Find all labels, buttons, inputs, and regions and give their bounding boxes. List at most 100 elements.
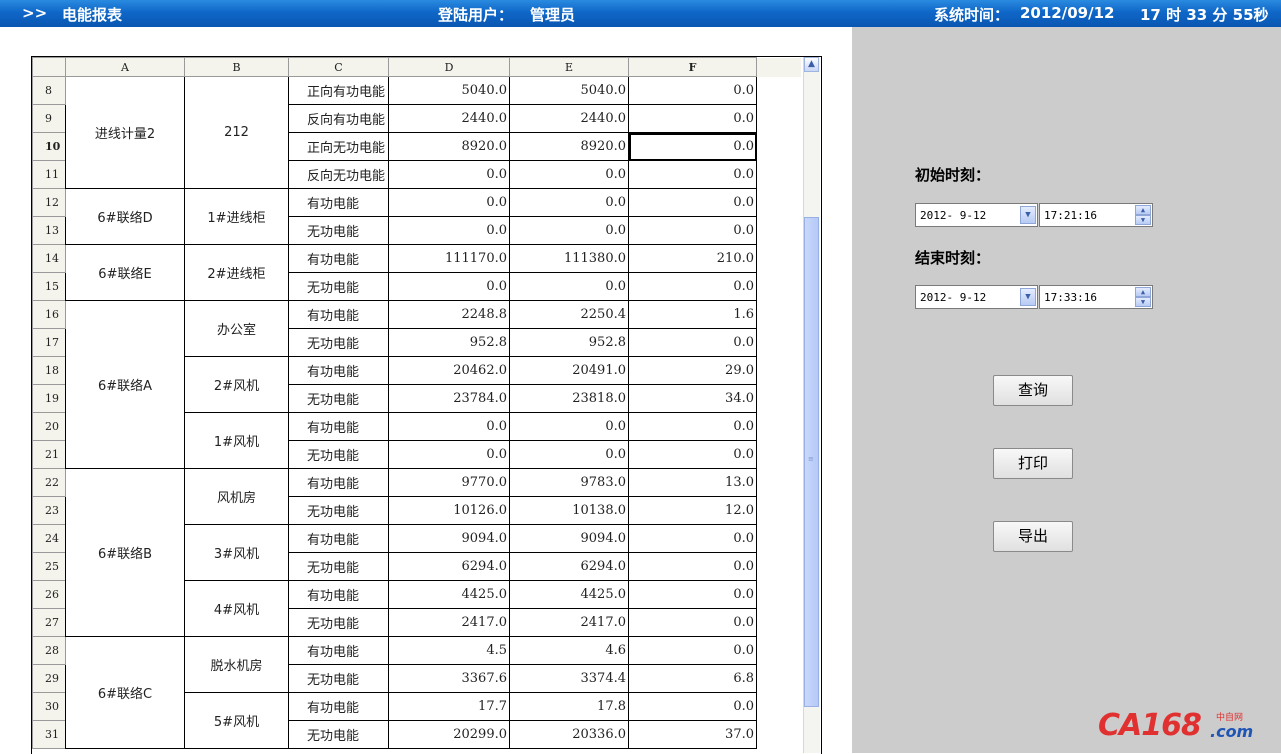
energy-type-cell[interactable]: 无功电能 xyxy=(288,608,389,637)
start-value-cell[interactable]: 0.0 xyxy=(388,412,510,441)
row-header[interactable]: 31 xyxy=(32,720,66,749)
start-value-cell[interactable]: 23784.0 xyxy=(388,384,510,413)
group-b-cell[interactable]: 1#进线柜 xyxy=(184,188,289,245)
end-value-cell[interactable]: 4.6 xyxy=(509,636,629,665)
row-header[interactable]: 29 xyxy=(32,664,66,693)
difference-cell[interactable]: 29.0 xyxy=(628,356,757,385)
group-b-cell[interactable]: 办公室 xyxy=(184,300,289,357)
row-header[interactable]: 30 xyxy=(32,692,66,721)
end-value-cell[interactable]: 20336.0 xyxy=(509,720,629,749)
energy-type-cell[interactable]: 无功电能 xyxy=(288,496,389,525)
difference-cell[interactable]: 0.0 xyxy=(628,104,757,133)
group-a-cell[interactable]: 6#联络C xyxy=(65,636,185,749)
row-header[interactable]: 28 xyxy=(32,636,66,665)
difference-cell[interactable]: 0.0 xyxy=(628,440,757,469)
start-time-spinner[interactable]: 17:21:16 ▲ ▼ xyxy=(1039,203,1153,227)
end-value-cell[interactable]: 20491.0 xyxy=(509,356,629,385)
end-value-cell[interactable]: 111380.0 xyxy=(509,244,629,273)
spin-up-icon[interactable]: ▲ xyxy=(1135,287,1151,297)
end-value-cell[interactable]: 2440.0 xyxy=(509,104,629,133)
start-value-cell[interactable]: 10126.0 xyxy=(388,496,510,525)
group-a-cell[interactable]: 6#联络A xyxy=(65,300,185,469)
end-value-cell[interactable]: 0.0 xyxy=(509,272,629,301)
row-header[interactable]: 19 xyxy=(32,384,66,413)
row-header[interactable]: 13 xyxy=(32,216,66,245)
start-value-cell[interactable]: 4425.0 xyxy=(388,580,510,609)
spin-down-icon[interactable]: ▼ xyxy=(1135,215,1151,225)
group-a-cell[interactable]: 6#联络D xyxy=(65,188,185,245)
energy-type-cell[interactable]: 无功电能 xyxy=(288,272,389,301)
energy-type-cell[interactable]: 无功电能 xyxy=(288,384,389,413)
energy-type-cell[interactable]: 有功电能 xyxy=(288,356,389,385)
end-date-picker[interactable]: 2012- 9-12 ▼ xyxy=(915,285,1038,309)
energy-type-cell[interactable]: 有功电能 xyxy=(288,468,389,497)
group-b-cell[interactable]: 4#风机 xyxy=(184,580,289,637)
difference-cell[interactable]: 12.0 xyxy=(628,496,757,525)
energy-type-cell[interactable]: 无功电能 xyxy=(288,552,389,581)
energy-type-cell[interactable]: 有功电能 xyxy=(288,412,389,441)
scroll-thumb[interactable]: ≡ xyxy=(804,217,819,707)
end-value-cell[interactable]: 0.0 xyxy=(509,440,629,469)
query-button[interactable]: 查询 xyxy=(993,375,1073,406)
energy-type-cell[interactable]: 无功电能 xyxy=(288,328,389,357)
start-value-cell[interactable]: 17.7 xyxy=(388,692,510,721)
difference-cell[interactable]: 0.0 xyxy=(628,524,757,553)
group-b-cell[interactable]: 2#进线柜 xyxy=(184,244,289,301)
end-value-cell[interactable]: 23818.0 xyxy=(509,384,629,413)
energy-type-cell[interactable]: 有功电能 xyxy=(288,692,389,721)
column-header[interactable]: E xyxy=(509,57,629,77)
start-value-cell[interactable]: 111170.0 xyxy=(388,244,510,273)
group-a-cell[interactable]: 进线计量2 xyxy=(65,76,185,189)
energy-type-cell[interactable]: 无功电能 xyxy=(288,664,389,693)
difference-cell[interactable]: 0.0 xyxy=(628,636,757,665)
end-value-cell[interactable]: 952.8 xyxy=(509,328,629,357)
spreadsheet[interactable]: A B C D E F 8 进线计量2 212 正向有功电能 5040.0 5040.0 0.0 9 反向有… xyxy=(31,56,822,754)
difference-cell[interactable]: 0.0 xyxy=(628,580,757,609)
row-header[interactable]: 11 xyxy=(32,160,66,189)
column-header[interactable]: A xyxy=(65,57,185,77)
row-header[interactable]: 15 xyxy=(32,272,66,301)
end-value-cell[interactable]: 3374.4 xyxy=(509,664,629,693)
row-header[interactable]: 14 xyxy=(32,244,66,273)
group-a-cell[interactable]: 6#联络B xyxy=(65,468,185,637)
group-b-cell[interactable]: 风机房 xyxy=(184,468,289,525)
start-value-cell[interactable]: 0.0 xyxy=(388,440,510,469)
energy-type-cell[interactable]: 有功电能 xyxy=(288,188,389,217)
start-value-cell[interactable]: 2440.0 xyxy=(388,104,510,133)
select-all-corner[interactable] xyxy=(32,57,66,77)
difference-cell[interactable]: 0.0 xyxy=(628,132,757,161)
start-value-cell[interactable]: 0.0 xyxy=(388,272,510,301)
end-value-cell[interactable]: 9094.0 xyxy=(509,524,629,553)
difference-cell[interactable]: 6.8 xyxy=(628,664,757,693)
scroll-up-arrow-icon[interactable]: ▲ xyxy=(804,57,819,72)
row-header[interactable]: 8 xyxy=(32,76,66,105)
spin-down-icon[interactable]: ▼ xyxy=(1135,297,1151,307)
export-button[interactable]: 导出 xyxy=(993,521,1073,552)
end-value-cell[interactable]: 9783.0 xyxy=(509,468,629,497)
row-header[interactable]: 20 xyxy=(32,412,66,441)
energy-type-cell[interactable]: 无功电能 xyxy=(288,440,389,469)
difference-cell[interactable]: 210.0 xyxy=(628,244,757,273)
difference-cell[interactable]: 37.0 xyxy=(628,720,757,749)
end-time-spinner[interactable]: 17:33:16 ▲ ▼ xyxy=(1039,285,1153,309)
end-value-cell[interactable]: 5040.0 xyxy=(509,76,629,105)
difference-cell[interactable]: 0.0 xyxy=(628,552,757,581)
row-header[interactable]: 26 xyxy=(32,580,66,609)
energy-type-cell[interactable]: 无功电能 xyxy=(288,216,389,245)
group-b-cell[interactable]: 1#风机 xyxy=(184,412,289,469)
difference-cell[interactable]: 0.0 xyxy=(628,272,757,301)
row-header[interactable]: 9 xyxy=(32,104,66,133)
row-header[interactable]: 16 xyxy=(32,300,66,329)
vertical-scrollbar[interactable]: ▲ ≡ xyxy=(803,57,820,753)
group-b-cell[interactable]: 3#风机 xyxy=(184,524,289,581)
row-header[interactable]: 21 xyxy=(32,440,66,469)
print-button[interactable]: 打印 xyxy=(993,448,1073,479)
start-value-cell[interactable]: 9770.0 xyxy=(388,468,510,497)
difference-cell[interactable]: 0.0 xyxy=(628,608,757,637)
end-value-cell[interactable]: 6294.0 xyxy=(509,552,629,581)
start-date-picker[interactable]: 2012- 9-12 ▼ xyxy=(915,203,1038,227)
start-value-cell[interactable]: 8920.0 xyxy=(388,132,510,161)
row-header[interactable]: 25 xyxy=(32,552,66,581)
row-header[interactable]: 27 xyxy=(32,608,66,637)
start-value-cell[interactable]: 0.0 xyxy=(388,216,510,245)
